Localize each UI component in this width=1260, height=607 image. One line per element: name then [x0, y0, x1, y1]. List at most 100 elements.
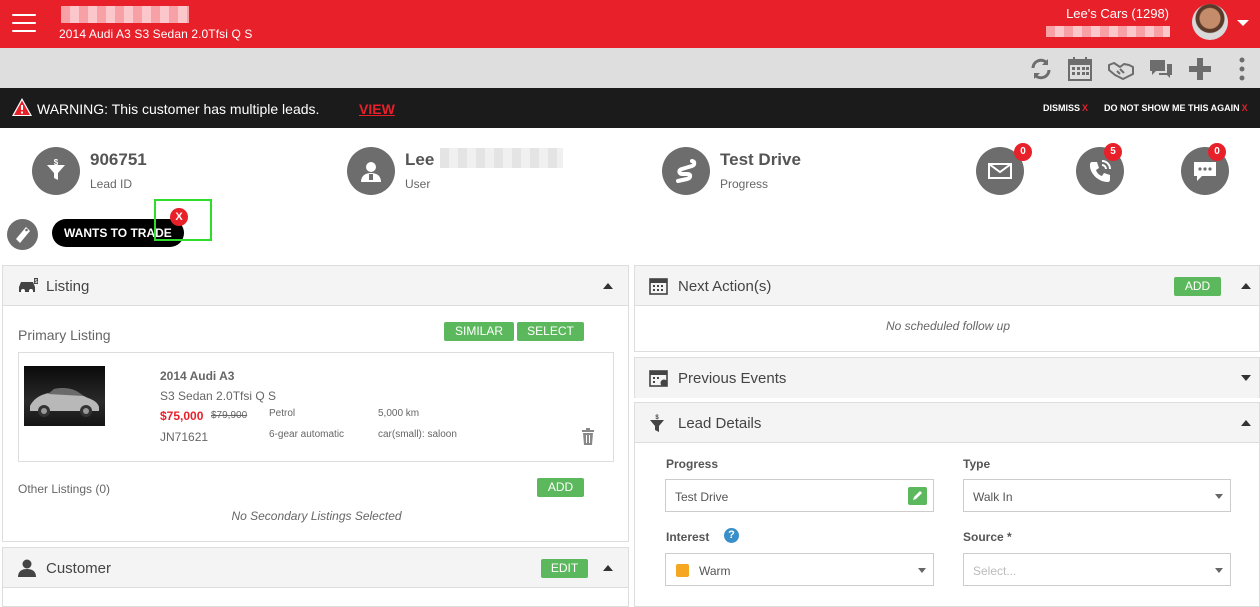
select-button[interactable]: SELECT — [517, 322, 584, 341]
listing-panel: $ Listing Primary Listing SIMILAR SELECT… — [2, 265, 629, 542]
trash-icon[interactable] — [581, 428, 595, 445]
car-subtitle: S3 Sedan 2.0Tfsi Q S — [160, 389, 277, 403]
type-select[interactable]: Walk In — [963, 479, 1231, 512]
type-field-label: Type — [963, 457, 991, 471]
collapse-listing-icon[interactable] — [603, 283, 613, 289]
email-count-badge: 0 — [1014, 143, 1032, 161]
listing-header[interactable]: $ Listing — [3, 266, 628, 306]
previous-events-panel[interactable]: Previous Events — [634, 357, 1260, 398]
road-icon — [662, 147, 710, 195]
calendar-icon[interactable] — [1067, 56, 1093, 82]
chat-icon[interactable] — [1148, 56, 1174, 82]
chevron-down-icon — [1215, 568, 1223, 573]
car-photo — [24, 366, 105, 426]
phone-icon — [1089, 160, 1111, 182]
call-count-badge: 5 — [1104, 143, 1122, 161]
warning-icon — [12, 98, 32, 116]
user-icon — [347, 147, 395, 195]
funnel-dollar-icon: $ — [650, 415, 664, 432]
tag-icon[interactable] — [7, 219, 38, 250]
interest-select-value: Warm — [699, 564, 731, 578]
svg-text:$: $ — [54, 159, 59, 167]
expand-previous-events-icon[interactable] — [1241, 375, 1251, 381]
add-action-button[interactable]: ADD — [1174, 277, 1221, 296]
car-price: $75,000 — [160, 409, 204, 423]
next-actions-title: Next Action(s) — [678, 278, 772, 295]
collapse-next-actions-icon[interactable] — [1241, 283, 1251, 289]
chevron-down-icon — [1215, 494, 1223, 499]
primary-listing-card[interactable]: 2014 Audi A3 S3 Sedan 2.0Tfsi Q S $75,00… — [18, 352, 614, 462]
lead-details-header[interactable]: $ Lead Details — [635, 403, 1259, 443]
dismiss-button[interactable]: DISMISS X — [1043, 103, 1088, 113]
interest-color-swatch — [676, 564, 689, 577]
action-toolbar — [0, 48, 1260, 88]
collapse-customer-icon[interactable] — [603, 565, 613, 571]
no-secondary-listings: No Secondary Listings Selected — [231, 509, 402, 523]
car-odometer: 5,000 km — [378, 408, 420, 419]
warning-message: WARNING: This customer has multiple lead… — [37, 101, 320, 117]
interest-field-label: Interest — [666, 530, 710, 544]
lead-details-panel: $ Lead Details Progress Test Drive Type … — [634, 402, 1260, 607]
no-follow-up: No scheduled follow up — [885, 319, 1011, 333]
primary-listing-label: Primary Listing — [18, 327, 111, 343]
edit-customer-button[interactable]: EDIT — [541, 559, 588, 578]
other-listings-label: Other Listings (0) — [18, 482, 111, 496]
progress-field[interactable]: Test Drive — [665, 479, 934, 512]
car-fuel: Petrol — [269, 408, 296, 419]
source-field-label: Source * — [963, 530, 1012, 544]
redacted-customer-name — [61, 6, 189, 23]
previous-events-header: Previous Events — [635, 358, 1259, 398]
sms-count-badge: 0 — [1208, 143, 1226, 161]
vehicle-title: 2014 Audi A3 S3 Sedan 2.0Tfsi Q S — [59, 27, 253, 41]
calendar-check-icon — [649, 370, 668, 387]
pencil-icon[interactable] — [908, 487, 927, 505]
lead-id-value: 906751 — [90, 150, 147, 169]
listing-title: Listing — [46, 278, 90, 295]
help-icon[interactable]: ? — [724, 528, 739, 543]
plus-icon[interactable] — [1187, 56, 1213, 82]
progress-value: Test Drive — [720, 150, 801, 169]
envelope-icon — [988, 163, 1012, 179]
previous-events-title: Previous Events — [678, 370, 787, 387]
lead-id-label: Lead ID — [90, 177, 133, 191]
interest-select[interactable]: Warm — [665, 553, 934, 586]
customer-title: Customer — [46, 560, 112, 577]
warning-bar: WARNING: This customer has multiple lead… — [0, 88, 1260, 128]
dealer-name[interactable]: Lee's Cars (1298) — [1066, 6, 1169, 21]
progress-field-label: Progress — [666, 457, 719, 471]
calendar-icon — [649, 278, 668, 295]
funnel-dollar-icon: $ — [32, 147, 80, 195]
customer-panel: Customer EDIT — [2, 547, 629, 607]
highlight-box — [154, 199, 212, 241]
chevron-down-icon — [918, 568, 926, 573]
chevron-down-icon[interactable] — [1237, 20, 1249, 26]
car-stock-number: JN71621 — [160, 430, 209, 444]
customer-header[interactable]: Customer EDIT — [3, 548, 628, 588]
type-select-value: Walk In — [973, 490, 1013, 504]
source-select[interactable]: Select... — [963, 553, 1231, 586]
source-select-placeholder: Select... — [973, 564, 1017, 578]
car-icon: $ — [19, 278, 38, 293]
progress-label: Progress — [720, 177, 769, 191]
view-leads-link[interactable]: VIEW — [359, 101, 395, 117]
user-avatar[interactable] — [1192, 4, 1228, 40]
car-transmission: 6-gear automatic — [269, 429, 345, 440]
do-not-show-x: X — [1241, 103, 1248, 113]
progress-field-value: Test Drive — [675, 490, 729, 504]
top-bar: 2014 Audi A3 S3 Sedan 2.0Tfsi Q S Lee's … — [0, 0, 1260, 48]
add-listing-button[interactable]: ADD — [537, 478, 584, 497]
redacted-user-surname — [440, 148, 563, 168]
do-not-show-button[interactable]: DO NOT SHOW ME THIS AGAIN X — [1104, 103, 1248, 113]
collapse-lead-details-icon[interactable] — [1241, 420, 1251, 426]
hamburger-menu-icon[interactable] — [12, 14, 36, 34]
dismiss-x: X — [1082, 103, 1089, 113]
next-actions-panel: Next Action(s) ADD No scheduled follow u… — [634, 265, 1260, 352]
more-icon[interactable] — [1229, 56, 1255, 82]
similar-button[interactable]: SIMILAR — [444, 322, 514, 341]
next-actions-header[interactable]: Next Action(s) ADD — [635, 266, 1259, 306]
do-not-show-label: DO NOT SHOW ME THIS AGAIN — [1104, 103, 1240, 113]
redacted-user-email — [1046, 26, 1170, 37]
handshake-icon[interactable] — [1108, 56, 1134, 82]
refresh-icon[interactable] — [1028, 56, 1054, 82]
lead-details-title: Lead Details — [678, 415, 762, 432]
